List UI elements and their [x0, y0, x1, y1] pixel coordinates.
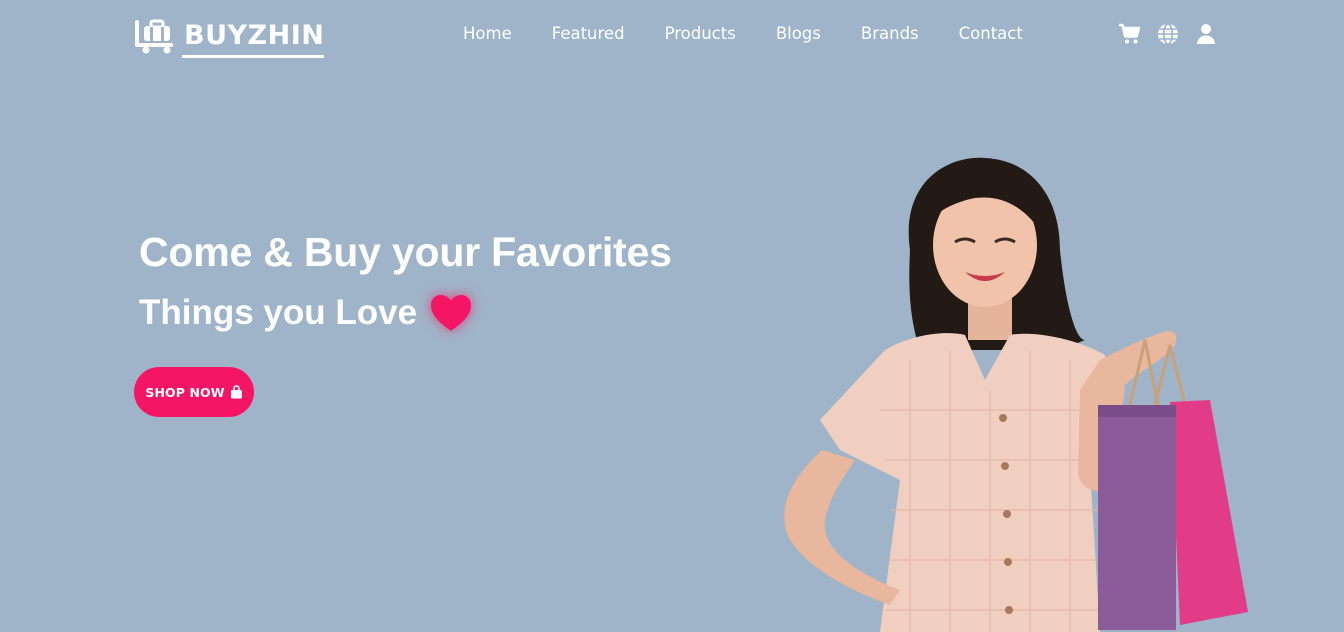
hero-subtitle: Things you Love [139, 293, 418, 332]
heart-icon [431, 295, 472, 331]
cart-icon[interactable] [1118, 22, 1142, 46]
hero-subtitle-row: Things you Love [139, 291, 473, 335]
nav-link-products[interactable]: Products [665, 22, 736, 46]
main-menu: Home Featured Products Blogs Brands Cont… [463, 22, 1023, 46]
shopping-bag-icon [230, 385, 242, 399]
shop-now-button[interactable]: SHOP NOW [134, 367, 254, 417]
brand-underline [182, 55, 325, 58]
model-with-shopping-bags-image [784, 157, 1248, 632]
shop-now-label: SHOP NOW [145, 384, 225, 400]
nav-link-home[interactable]: Home [463, 22, 512, 46]
hero-title: Come & Buy your Favorites [139, 229, 672, 275]
user-icon[interactable] [1194, 22, 1218, 46]
nav-link-blogs[interactable]: Blogs [776, 22, 821, 46]
nav-link-brands[interactable]: Brands [861, 22, 919, 46]
luggage-cart-icon [135, 19, 173, 54]
brand-logo[interactable]: BUYZHIN [134, 16, 325, 58]
globe-icon[interactable] [1156, 22, 1180, 46]
nav-icon-group [1118, 22, 1218, 46]
nav-link-contact[interactable]: Contact [959, 22, 1023, 46]
top-navbar: BUYZHIN Home Featured Products Blogs Bra… [0, 0, 1344, 72]
brand-name: BUYZHIN [184, 20, 325, 51]
nav-link-featured[interactable]: Featured [552, 22, 625, 46]
